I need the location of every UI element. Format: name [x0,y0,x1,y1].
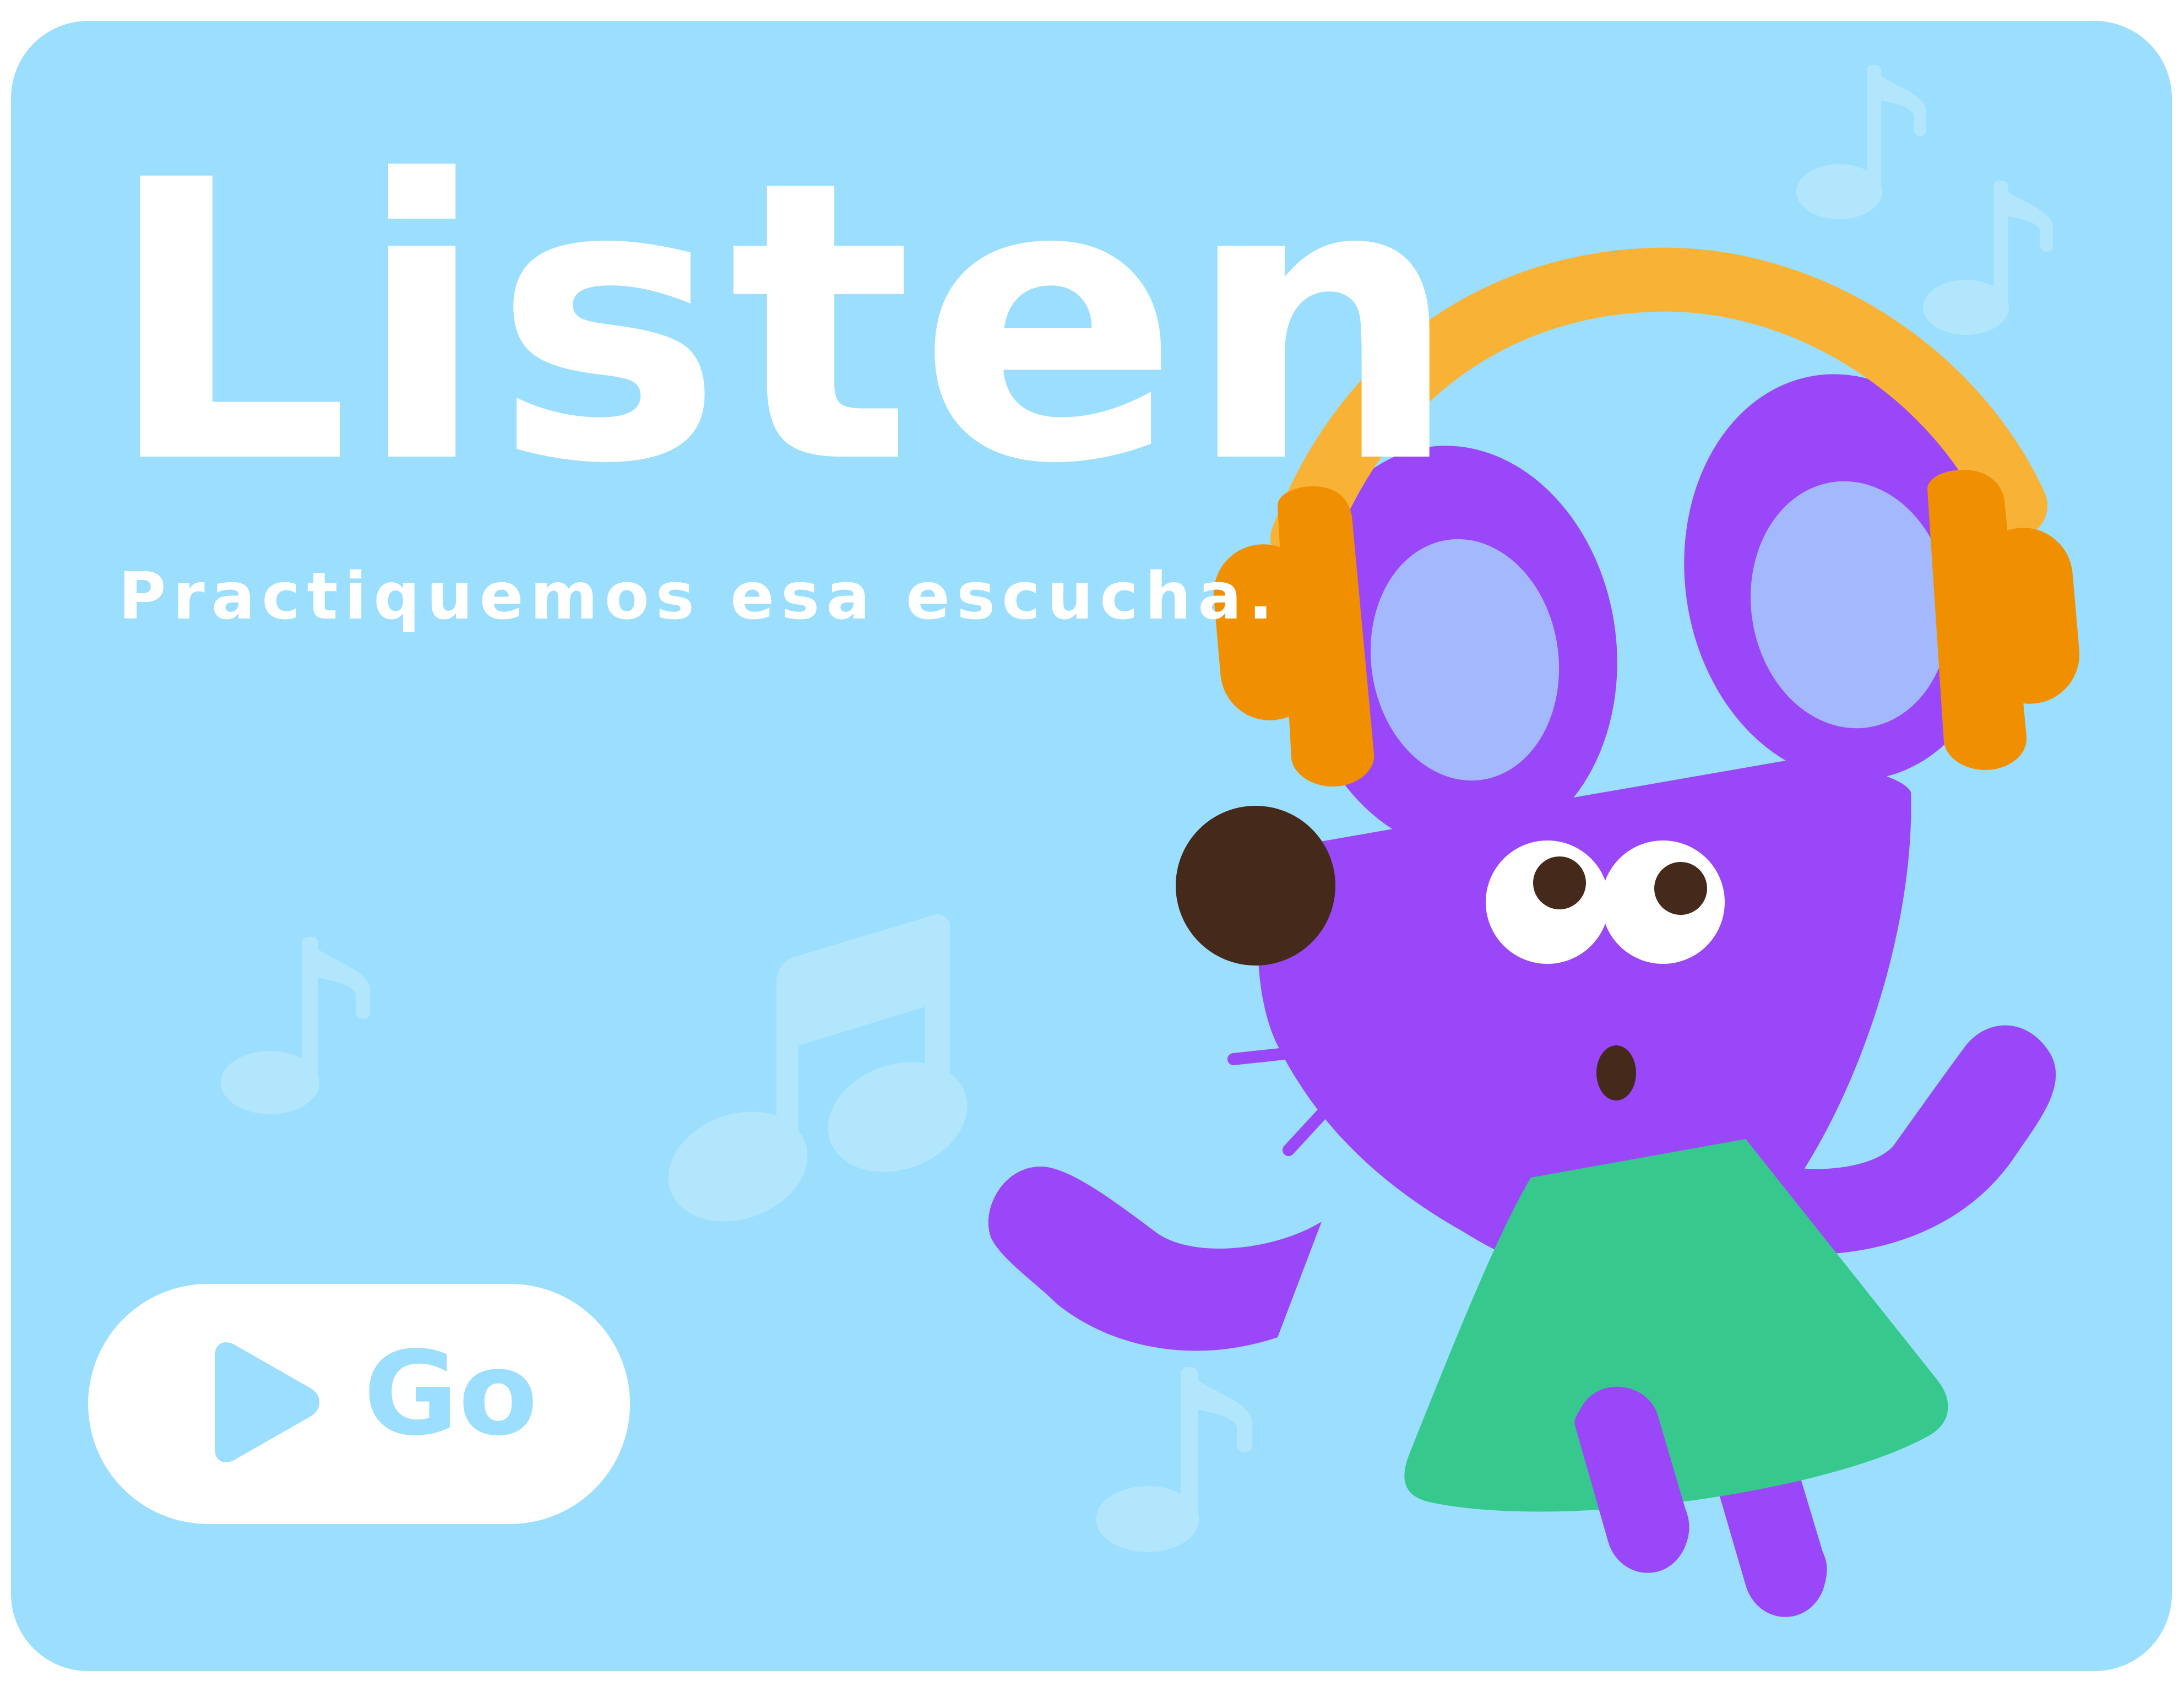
go-button[interactable]: Go [88,1284,630,1524]
page-subtitle: Practiquemos esa escucha. [118,558,1280,634]
mouse-mouth [1596,1045,1636,1100]
listen-card: Listen Practiquemos esa escucha. Go [11,21,2172,1671]
page-title: Listen [105,99,1465,548]
left-arm [988,1167,1322,1351]
mouse-nose [1176,806,1335,966]
go-button-label: Go [363,1326,538,1461]
play-icon [215,1342,319,1462]
